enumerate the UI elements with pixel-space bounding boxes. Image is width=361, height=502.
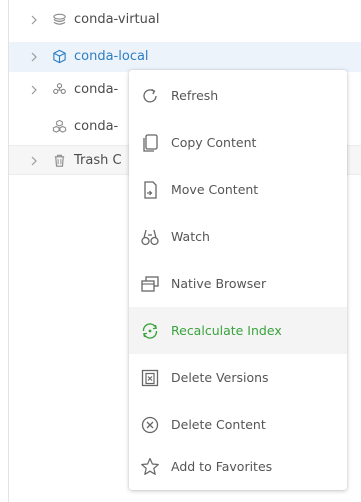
menu-item-label: Delete Content (171, 417, 266, 432)
move-icon (139, 179, 161, 201)
cube-cluster-icon (52, 119, 67, 133)
refresh-icon (139, 85, 161, 107)
menu-item-add-to-favorites[interactable]: Add to Favorites (129, 443, 347, 490)
menu-item-label: Recalculate Index (171, 323, 282, 338)
delete-content-icon (139, 414, 161, 436)
tree-item-label: conda- (74, 119, 119, 134)
tree-item-label: Trash C (74, 153, 122, 168)
menu-item-label: Copy Content (171, 135, 257, 150)
menu-item-delete-versions[interactable]: Delete Versions (129, 354, 347, 401)
stacked-layers-icon (53, 13, 66, 25)
delete-versions-icon (139, 367, 161, 389)
chevron-right-icon[interactable] (28, 51, 40, 63)
tree-item-conda-local[interactable]: conda-local (9, 42, 361, 72)
star-icon (139, 456, 161, 478)
chevron-right-icon[interactable] (28, 14, 40, 26)
menu-item-label: Refresh (171, 88, 219, 103)
menu-item-label: Watch (171, 229, 210, 244)
menu-item-label: Delete Versions (171, 370, 269, 385)
menu-item-recalculate-index[interactable]: Recalculate Index (129, 307, 347, 354)
menu-item-delete-content[interactable]: Delete Content (129, 401, 347, 448)
tree-item-label: conda- (74, 82, 119, 97)
menu-item-native-browser[interactable]: Native Browser (129, 260, 347, 307)
menu-item-watch[interactable]: Watch (129, 213, 347, 260)
menu-item-label: Add to Favorites (171, 459, 273, 474)
tree-item-label: conda-local (74, 49, 149, 64)
recalculate-icon (139, 320, 161, 342)
atom-icon (53, 83, 66, 95)
menu-item-refresh[interactable]: Refresh (129, 72, 347, 119)
menu-item-label: Native Browser (171, 276, 267, 291)
chevron-right-icon[interactable] (28, 155, 40, 167)
trash-icon (54, 154, 65, 167)
chevron-right-icon[interactable] (28, 84, 40, 96)
tree-item-label: conda-virtual (74, 12, 160, 27)
native-browser-icon (139, 273, 161, 295)
menu-item-copy-content[interactable]: Copy Content (129, 119, 347, 166)
tree-item-conda-virtual[interactable]: conda-virtual (9, 5, 361, 35)
cube-icon (53, 49, 66, 64)
menu-item-move-content[interactable]: Move Content (129, 166, 347, 213)
binoculars-icon (139, 226, 161, 248)
copy-icon (139, 132, 161, 154)
context-menu: Refresh Copy Content Move Content Watch … (129, 70, 347, 490)
menu-item-label: Move Content (171, 182, 259, 197)
